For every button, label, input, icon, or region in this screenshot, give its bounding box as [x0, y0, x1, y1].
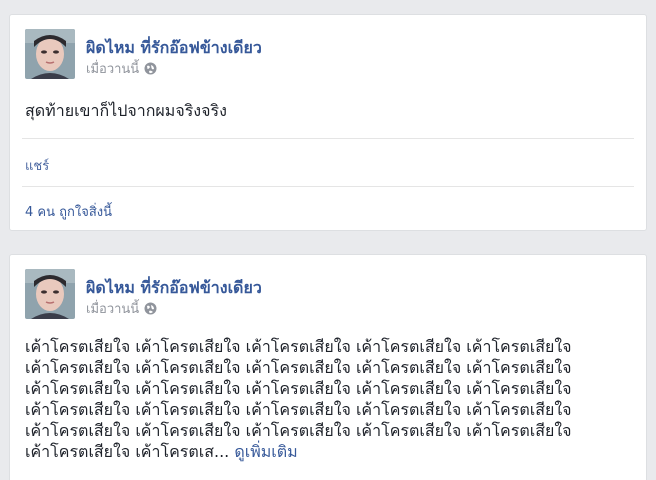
post-meta: เมื่อวานนี้	[86, 58, 157, 79]
post-text-line: เค้าโครตเสียใจ เค้าโครตเสียใจ เค้าโครตเส…	[25, 421, 572, 440]
post-timestamp[interactable]: เมื่อวานนี้	[86, 58, 139, 79]
globe-icon[interactable]	[144, 302, 157, 315]
post-meta: เมื่อวานนี้	[86, 298, 157, 319]
post-text: สุดท้ายเขาก็ไปจากผมจริงจริง	[25, 101, 227, 120]
avatar[interactable]	[25, 29, 75, 79]
post-text-line-last: เค้าโครตเสียใจ เค้าโครตเส... ดูเพิ่มเติม	[25, 441, 635, 462]
post-text-line: เค้าโครตเสียใจ เค้าโครตเสียใจ เค้าโครตเส…	[25, 400, 572, 419]
post-card: ผิดไหม ที่รักอ๊อฟข้างเดียว เมื่อวานนี้ ส…	[9, 14, 647, 231]
divider	[22, 186, 634, 187]
share-link[interactable]: แชร์	[25, 155, 49, 176]
news-feed: ผิดไหม ที่รักอ๊อฟข้างเดียว เมื่อวานนี้ ส…	[0, 0, 656, 480]
see-more-link[interactable]: ดูเพิ่มเติม	[234, 442, 297, 461]
post-card: ผิดไหม ที่รักอ๊อฟข้างเดียว เมื่อวานนี้ เ…	[9, 254, 647, 480]
truncated-text: เค้าโครตเสียใจ เค้าโครตเส...	[25, 442, 230, 461]
divider	[22, 138, 634, 139]
globe-icon[interactable]	[144, 62, 157, 75]
post-text-line: เค้าโครตเสียใจ เค้าโครตเสียใจ เค้าโครตเส…	[25, 337, 572, 356]
avatar[interactable]	[25, 269, 75, 319]
post-text: เค้าโครตเสียใจ เค้าโครตเสียใจ เค้าโครตเส…	[25, 336, 635, 462]
post-text-line: เค้าโครตเสียใจ เค้าโครตเสียใจ เค้าโครตเส…	[25, 379, 572, 398]
likes-count[interactable]: 4 คน ถูกใจสิ่งนี้	[25, 201, 112, 222]
post-text-line: เค้าโครตเสียใจ เค้าโครตเสียใจ เค้าโครตเส…	[25, 358, 572, 377]
post-timestamp[interactable]: เมื่อวานนี้	[86, 298, 139, 319]
